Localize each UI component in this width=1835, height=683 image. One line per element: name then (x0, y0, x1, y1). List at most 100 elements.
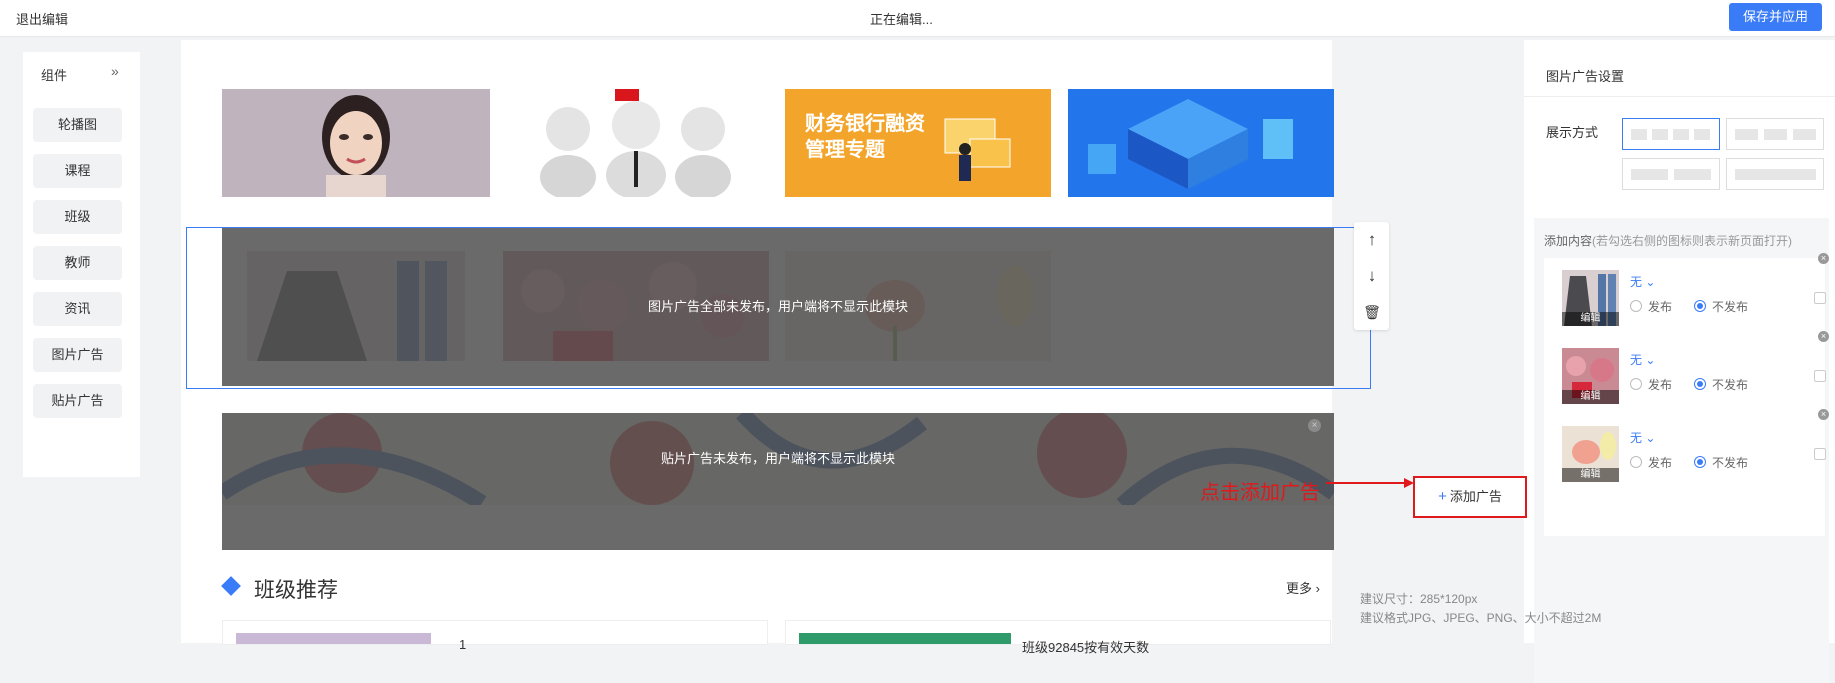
add-ad-row (1544, 492, 1825, 536)
more-link[interactable]: 更多 › (1286, 578, 1320, 597)
ad-item-1-unpublish-radio[interactable]: 不发布 (1694, 298, 1748, 315)
ad-item-3-publish-radio[interactable]: 发布 (1630, 454, 1672, 471)
chevron-right-icon: › (1315, 581, 1320, 596)
radio-checked-icon (1694, 300, 1706, 312)
ad-item-3-publish-label: 发布 (1648, 456, 1673, 470)
banner-image-isometric-city[interactable] (1068, 89, 1334, 197)
component-news[interactable]: 资讯 (33, 292, 122, 326)
component-teacher[interactable]: 教师 (33, 246, 122, 280)
ad-item-3-remove-icon[interactable]: × (1818, 409, 1829, 420)
ad-item-3-unpublish-radio[interactable]: 不发布 (1694, 454, 1748, 471)
add-content-hint: (若勾选右侧的图标则表示新页面打开) (1592, 234, 1793, 248)
ad-item-2-new-page-checkbox[interactable] (1814, 370, 1826, 382)
ad-item-1-unpublish-label: 不发布 (1712, 300, 1749, 314)
ad-item-2-edit[interactable]: 编辑 (1562, 390, 1619, 404)
ad-item-1-link-value: 无 (1630, 275, 1643, 289)
chevron-down-icon: ⌄ (1645, 275, 1656, 289)
ad-item-1: 编辑 无 ⌄ 发布 不发布 × (1544, 253, 1829, 336)
ad-item-3: 编辑 无 ⌄ 发布 不发布 × (1544, 409, 1829, 492)
collapse-icon[interactable]: » (111, 63, 119, 79)
ad-item-1-publish-radio[interactable]: 发布 (1630, 298, 1672, 315)
component-image-ad[interactable]: 图片广告 (33, 338, 122, 372)
delete-icon[interactable]: 🗑 (1362, 302, 1382, 322)
module-toolbar: ↑ ↓ 🗑 (1354, 222, 1389, 330)
banner-image-portrait[interactable] (222, 89, 490, 197)
add-ad-label: 添加广告 (1449, 489, 1502, 504)
city-illustration (1068, 89, 1334, 197)
ad-item-2-publish-label: 发布 (1648, 378, 1673, 392)
component-carousel[interactable]: 轮播图 (33, 108, 122, 142)
ad-item-1-publish-label: 发布 (1648, 300, 1673, 314)
section-title: 班级推荐 (254, 579, 338, 602)
components-title: 组件 (41, 68, 68, 83)
component-class[interactable]: 班级 (33, 200, 122, 234)
ad-item-2-thumbnail[interactable]: 编辑 (1562, 348, 1619, 404)
edit-status: 正在编辑... (870, 12, 933, 27)
component-course[interactable]: 课程 (33, 154, 122, 188)
portrait-illustration (222, 89, 490, 197)
radio-icon (1630, 300, 1642, 312)
components-panel: 组件 » 轮播图 课程 班级 教师 资讯 图片广告 贴片广告 (23, 52, 140, 477)
finance-illustration (944, 118, 1011, 181)
settings-title: 图片广告设置 (1546, 69, 1625, 84)
selected-module-outline (186, 227, 1371, 389)
patch-ad-unpublished-overlay: 贴片广告未发布，用户端将不显示此模块 (222, 413, 1334, 550)
add-content-hint-line: 添加内容(若勾选右侧的图标则表示新页面打开) (1544, 232, 1792, 249)
move-up-icon[interactable]: ↑ (1362, 230, 1382, 250)
banner-image-finance[interactable]: 财务银行融资 管理专题 (785, 89, 1051, 197)
top-bar: 退出编辑 正在编辑... 保存并应用 (0, 0, 1835, 37)
ad-item-2-unpublish-radio[interactable]: 不发布 (1694, 376, 1748, 393)
ad-item-3-thumbnail[interactable]: 编辑 (1562, 426, 1619, 482)
class-card-2-image (799, 633, 1011, 644)
ad-item-2-remove-icon[interactable]: × (1818, 331, 1829, 342)
class-card-2-title: 班级92845按有效天数 (1022, 640, 1150, 655)
annotation-arrow-icon (1326, 478, 1414, 488)
display-mode-2col[interactable] (1622, 158, 1720, 190)
display-mode-3col[interactable] (1726, 118, 1824, 150)
radio-checked-icon (1694, 456, 1706, 468)
spec-size: 建议尺寸：285*120px (1360, 592, 1478, 606)
radio-icon (1630, 456, 1642, 468)
ad-item-2-link-value: 无 (1630, 353, 1643, 367)
display-mode-label: 展示方式 (1546, 125, 1599, 140)
display-mode-4col[interactable] (1622, 118, 1720, 150)
ad-item-2-link-select[interactable]: 无 ⌄ (1630, 351, 1655, 368)
ad-item-1-thumbnail[interactable]: 编辑 (1562, 270, 1619, 326)
figures-illustration (540, 89, 731, 197)
ad-item-2-publish-radio[interactable]: 发布 (1630, 376, 1672, 393)
ad-item-1-new-page-checkbox[interactable] (1814, 292, 1826, 304)
banner-image-3d-figures[interactable] (503, 89, 769, 197)
radio-icon (1630, 378, 1642, 390)
more-label: 更多 (1286, 581, 1313, 596)
exit-edit-button[interactable]: 退出编辑 (16, 9, 68, 28)
chevron-down-icon: ⌄ (1645, 431, 1656, 445)
ad-item-3-edit[interactable]: 编辑 (1562, 468, 1619, 482)
ad-item-3-link-value: 无 (1630, 431, 1643, 445)
chevron-down-icon: ⌄ (1645, 353, 1656, 367)
ad-item-3-link-select[interactable]: 无 ⌄ (1630, 429, 1655, 446)
ad-item-2: 编辑 无 ⌄ 发布 不发布 × (1544, 331, 1829, 414)
move-down-icon[interactable]: ↓ (1362, 266, 1382, 286)
class-card-1-title: 1 (459, 637, 467, 652)
add-ad-button[interactable]: + 添加广告 (1413, 476, 1527, 518)
class-card-1[interactable]: 1 (222, 620, 768, 652)
class-card-2[interactable]: 班级92845按有效天数 (785, 620, 1331, 655)
ad-item-1-link-select[interactable]: 无 ⌄ (1630, 273, 1655, 290)
ad-item-1-remove-icon[interactable]: × (1818, 253, 1829, 264)
spec-format: 建议格式JPG、JPEG、PNG、大小不超过2M (1360, 611, 1602, 625)
plus-icon: + (1438, 488, 1447, 505)
add-content-label: 添加内容 (1544, 234, 1593, 248)
ad-item-1-edit[interactable]: 编辑 (1562, 312, 1619, 326)
radio-checked-icon (1694, 378, 1706, 390)
divider (1524, 96, 1835, 97)
save-apply-button[interactable]: 保存并应用 (1729, 3, 1822, 31)
display-mode-1col[interactable] (1726, 158, 1824, 190)
ad-item-3-new-page-checkbox[interactable] (1814, 448, 1826, 460)
ad-item-3-unpublish-label: 不发布 (1712, 456, 1749, 470)
settings-panel: 图片广告设置 展示方式 添加内容(若勾选右侧的图标则表示新页面打开) 编辑 无 … (1524, 40, 1835, 683)
annotation-text: 点击添加广告 (1200, 482, 1320, 504)
class-card-1-image (236, 633, 431, 644)
ad-item-2-unpublish-label: 不发布 (1712, 378, 1749, 392)
patch-ad-close-icon[interactable]: × (1308, 419, 1321, 432)
component-patch-ad[interactable]: 贴片广告 (33, 384, 122, 418)
